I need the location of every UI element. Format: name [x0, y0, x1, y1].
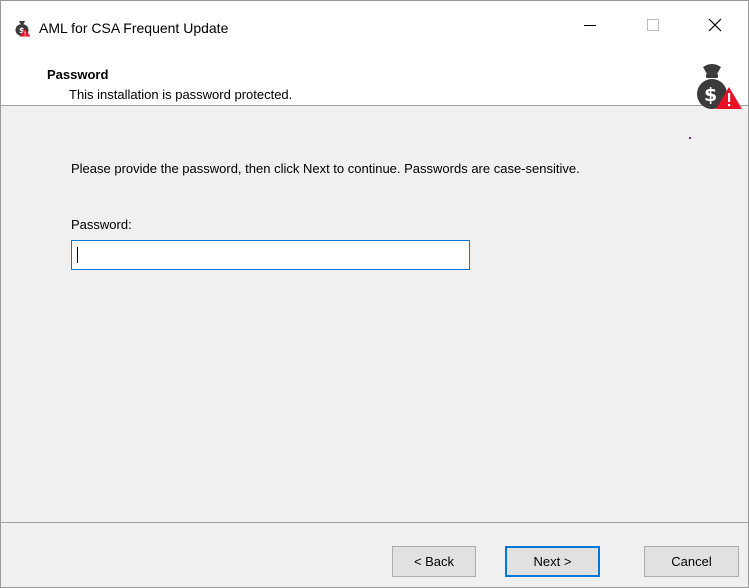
footer-divider: [1, 522, 748, 523]
close-button[interactable]: [689, 1, 741, 49]
minimize-button[interactable]: [564, 1, 616, 49]
close-icon: [708, 18, 722, 32]
wizard-content: Please provide the password, then click …: [1, 107, 748, 522]
installer-window: $ AML for CSA Frequent Update Password T…: [0, 0, 749, 588]
minimize-icon: [584, 25, 596, 26]
password-label: Password:: [71, 217, 132, 232]
text-caret: [77, 247, 78, 263]
password-field[interactable]: [71, 240, 470, 270]
cancel-button[interactable]: Cancel: [644, 546, 739, 577]
back-button[interactable]: < Back: [392, 546, 476, 577]
wizard-header: Password This installation is password p…: [1, 49, 748, 139]
page-title: Password: [47, 67, 109, 82]
maximize-button: [627, 1, 679, 49]
instructions-text: Please provide the password, then click …: [71, 161, 580, 176]
next-button[interactable]: Next >: [505, 546, 600, 577]
title-bar[interactable]: $ AML for CSA Frequent Update: [1, 1, 748, 49]
window-title: AML for CSA Frequent Update: [39, 20, 229, 36]
money-bag-warning-icon: $: [13, 19, 31, 37]
page-subtitle: This installation is password protected.: [69, 87, 293, 102]
maximize-icon: [647, 19, 659, 31]
svg-text:$: $: [704, 84, 717, 106]
